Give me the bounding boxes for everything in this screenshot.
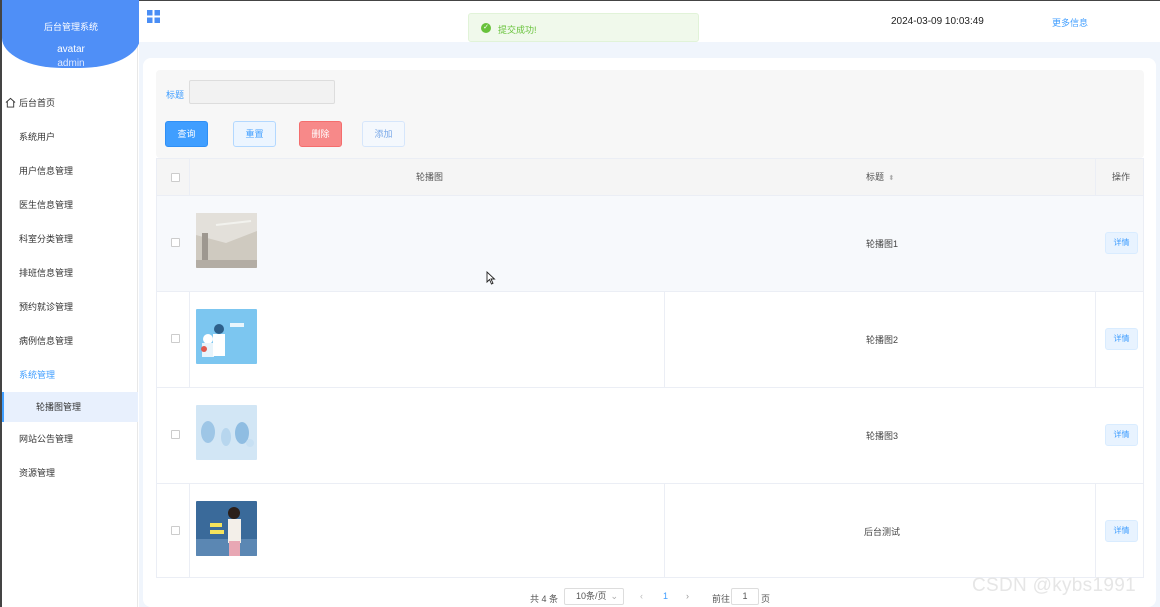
page-size-value: 10条/页 bbox=[576, 591, 607, 601]
row-checkbox[interactable] bbox=[171, 238, 180, 247]
username: admin bbox=[57, 58, 85, 69]
detail-button[interactable]: 详情 bbox=[1105, 520, 1138, 542]
sidebar-item-department[interactable]: 科室分类管理 bbox=[2, 222, 138, 256]
total-count: 共 4 条 bbox=[530, 594, 559, 604]
column-header-actions: 操作 bbox=[1112, 172, 1131, 182]
page-number[interactable]: 1 bbox=[663, 591, 668, 601]
sidebar-item-system-management[interactable]: 系统管理 bbox=[2, 358, 138, 392]
goto-label: 前往 bbox=[712, 594, 731, 604]
page-size-select[interactable]: 10条/页 ⌄ bbox=[564, 588, 624, 605]
filter-panel: 标题 查询 重置 删除 添加 bbox=[156, 70, 1144, 158]
table-header: 轮播图 标题 ⬍ 操作 bbox=[157, 159, 1143, 196]
sidebar: 后台管理系统 avatar admin 后台首页 系统用户 用户信息管理 医生信… bbox=[0, 0, 140, 607]
table-row: 轮播图2 详情 bbox=[157, 292, 1143, 388]
detail-button[interactable]: 详情 bbox=[1105, 232, 1138, 254]
row-title: 轮播图1 bbox=[865, 239, 898, 249]
sidebar-item-appointment[interactable]: 预约就诊管理 bbox=[2, 290, 138, 324]
delete-button[interactable]: 删除 bbox=[299, 121, 342, 147]
sidebar-item-announcement[interactable]: 网站公告管理 bbox=[2, 422, 138, 456]
sidebar-item-schedule[interactable]: 排班信息管理 bbox=[2, 256, 138, 290]
row-checkbox[interactable] bbox=[171, 526, 180, 535]
row-checkbox[interactable] bbox=[171, 334, 180, 343]
sidebar-item-label: 资源管理 bbox=[19, 468, 56, 478]
table-row: 轮播图3 详情 bbox=[157, 388, 1143, 484]
toast-message: 提交成功! bbox=[498, 25, 537, 35]
sidebar-item-label: 医生信息管理 bbox=[19, 200, 74, 210]
column-header-image: 轮播图 bbox=[416, 172, 444, 182]
chevron-down-icon: ⌄ bbox=[610, 591, 618, 601]
row-checkbox[interactable] bbox=[171, 430, 180, 439]
row-title: 后台测试 bbox=[863, 527, 900, 537]
sort-icon[interactable]: ⬍ bbox=[889, 175, 895, 182]
carousel-table: 轮播图 标题 ⬍ 操作 轮播图1 详情 轮播图2 详情 轮播图3 详情 后台测试… bbox=[156, 158, 1144, 578]
mouse-cursor-icon bbox=[486, 271, 496, 285]
check-icon: ✓ bbox=[481, 23, 491, 33]
watermark: CSDN @kybs1991 bbox=[972, 575, 1136, 596]
title-filter-label: 标题 bbox=[166, 90, 185, 100]
sidebar-item-home[interactable]: 后台首页 bbox=[2, 86, 138, 120]
sidebar-item-doctor-info[interactable]: 医生信息管理 bbox=[2, 188, 138, 222]
next-page-button[interactable]: › bbox=[686, 591, 689, 601]
sidebar-item-case-info[interactable]: 病例信息管理 bbox=[2, 324, 138, 358]
carousel-thumbnail bbox=[196, 405, 257, 460]
sidebar-menu: 后台首页 系统用户 用户信息管理 医生信息管理 科室分类管理 排班信息管理 预约… bbox=[2, 86, 138, 490]
title-filter-input[interactable] bbox=[189, 80, 335, 104]
sidebar-item-label: 预约就诊管理 bbox=[19, 302, 74, 312]
sidebar-item-label: 系统用户 bbox=[19, 132, 56, 142]
prev-page-button[interactable]: ‹ bbox=[640, 591, 643, 601]
sidebar-item-label: 病例信息管理 bbox=[19, 336, 74, 346]
avatar[interactable]: avatar bbox=[2, 44, 140, 55]
datetime: 2024-03-09 10:03:49 bbox=[891, 16, 984, 27]
carousel-thumbnail bbox=[196, 309, 257, 364]
sidebar-item-label: 网站公告管理 bbox=[19, 434, 74, 444]
carousel-thumbnail bbox=[196, 213, 257, 268]
goto-suffix: 页 bbox=[761, 594, 771, 604]
sidebar-item-resources[interactable]: 资源管理 bbox=[2, 456, 138, 490]
select-all-checkbox[interactable] bbox=[171, 173, 180, 182]
home-icon bbox=[5, 97, 16, 108]
column-header-title[interactable]: 标题 ⬍ bbox=[866, 159, 894, 196]
row-title: 轮播图2 bbox=[865, 335, 898, 345]
brand-title: 后台管理系统 bbox=[43, 22, 98, 32]
table-row: 轮播图1 详情 bbox=[157, 196, 1143, 292]
sidebar-item-user-info[interactable]: 用户信息管理 bbox=[2, 154, 138, 188]
sidebar-item-carousel[interactable]: 轮播图管理 bbox=[2, 392, 138, 422]
query-button[interactable]: 查询 bbox=[165, 121, 208, 147]
more-info-link[interactable]: 更多信息 bbox=[1052, 16, 1088, 29]
table-row: 后台测试 详情 bbox=[157, 484, 1143, 580]
detail-button[interactable]: 详情 bbox=[1105, 328, 1138, 350]
sidebar-item-system-users[interactable]: 系统用户 bbox=[2, 120, 138, 154]
reset-button[interactable]: 重置 bbox=[233, 121, 276, 147]
sidebar-item-label: 系统管理 bbox=[19, 370, 56, 380]
sidebar-item-label: 轮播图管理 bbox=[36, 402, 82, 412]
brand-header: 后台管理系统 avatar admin bbox=[2, 0, 140, 69]
sidebar-item-label: 用户信息管理 bbox=[19, 166, 74, 176]
column-header-label: 标题 bbox=[866, 172, 885, 182]
sidebar-item-label: 科室分类管理 bbox=[19, 234, 74, 244]
add-button[interactable]: 添加 bbox=[362, 121, 405, 147]
detail-button[interactable]: 详情 bbox=[1105, 424, 1138, 446]
goto-page-input[interactable]: 1 bbox=[731, 588, 759, 605]
success-toast: ✓ 提交成功! bbox=[468, 13, 699, 42]
row-title: 轮播图3 bbox=[865, 431, 898, 441]
carousel-thumbnail bbox=[196, 501, 257, 556]
sidebar-item-label: 后台首页 bbox=[19, 98, 56, 108]
sidebar-item-label: 排班信息管理 bbox=[19, 268, 74, 278]
grid-menu-icon[interactable] bbox=[147, 10, 160, 23]
